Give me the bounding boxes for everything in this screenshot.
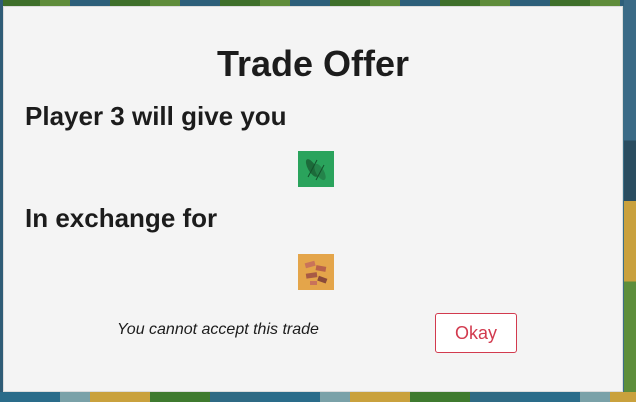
board-strip-right — [624, 0, 636, 402]
okay-button[interactable]: Okay — [435, 313, 517, 353]
brick-icon — [298, 254, 334, 290]
give-heading: Player 3 will give you — [25, 101, 287, 131]
trade-notice: You cannot accept this trade — [117, 321, 319, 338]
board-strip-bottom — [0, 392, 636, 402]
exchange-heading: In exchange for — [25, 203, 218, 233]
wood-icon — [298, 151, 334, 187]
trade-offer-dialog: Trade Offer Player 3 will give you In ex… — [3, 6, 623, 392]
dialog-title: Trade Offer — [216, 43, 410, 84]
game-background: Trade Offer Player 3 will give you In ex… — [0, 0, 636, 402]
